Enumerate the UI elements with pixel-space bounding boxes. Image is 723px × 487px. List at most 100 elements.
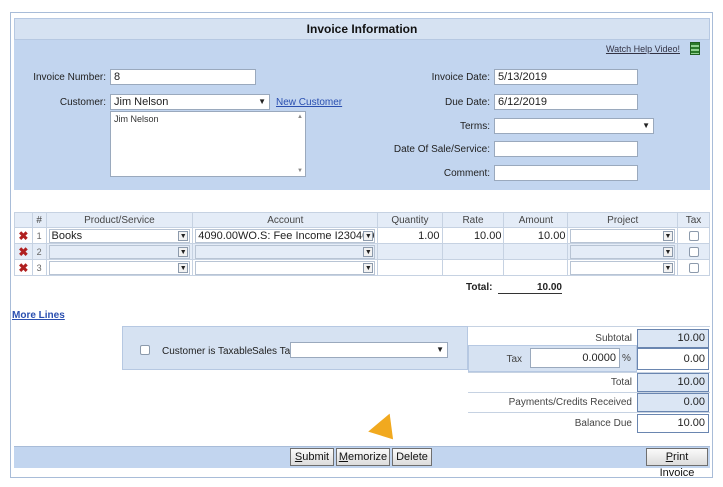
account-cell[interactable]: 4090.00WO.S: Fee Income I230400 ▼: [192, 227, 379, 244]
subtotal-label: Subtotal: [595, 333, 632, 344]
quantity-cell[interactable]: [377, 259, 443, 276]
chevron-down-icon[interactable]: ▼: [363, 230, 374, 241]
customer-value: Jim Nelson: [114, 96, 169, 108]
account-select[interactable]: 4090.00WO.S: Fee Income I230400 ▼: [195, 228, 376, 243]
row-number: 1: [31, 227, 47, 244]
tax-checkbox[interactable]: [688, 262, 699, 273]
chevron-down-icon: ▼: [436, 345, 444, 354]
tax-percent-sign: %: [622, 353, 631, 364]
line-items-table: # Product/Service Account Quantity Rate …: [14, 212, 710, 276]
chevron-down-icon[interactable]: ▼: [663, 262, 674, 273]
new-customer-link[interactable]: New Customer: [276, 97, 342, 108]
account-select[interactable]: ▼: [195, 244, 376, 259]
due-date-input[interactable]: 6/12/2019: [494, 94, 638, 110]
account-cell[interactable]: ▼: [192, 259, 379, 276]
balance-due-value: 10.00: [637, 414, 709, 433]
memorize-accesskey: M: [338, 451, 349, 463]
tax-cell[interactable]: [677, 243, 710, 260]
subtotal-value: 10.00: [637, 329, 709, 348]
film-icon[interactable]: [690, 42, 700, 55]
column-header-quantity: Quantity: [377, 212, 443, 228]
total-label: Total: [610, 377, 632, 388]
chevron-down-icon[interactable]: ▼: [363, 246, 374, 257]
amount-cell[interactable]: [503, 259, 569, 276]
project-cell[interactable]: ▼: [567, 227, 679, 244]
chevron-down-icon[interactable]: ▼: [363, 262, 374, 273]
table-row: ✖ 3 ▼ ▼ ▼: [14, 259, 710, 276]
invoice-number-input[interactable]: 8: [110, 69, 256, 85]
column-header-number: #: [31, 212, 47, 228]
tax-checkbox[interactable]: [688, 230, 699, 241]
project-cell[interactable]: ▼: [567, 259, 679, 276]
table-row: ✖ 2 ▼ ▼ ▼: [14, 243, 710, 260]
memorize-label: emorize: [348, 451, 388, 463]
sales-tax-select[interactable]: ▼: [290, 342, 448, 358]
date-of-sale-input[interactable]: [494, 141, 638, 157]
row-number: 3: [31, 259, 47, 276]
product-cell[interactable]: Books ▼: [45, 227, 194, 244]
product-cell[interactable]: ▼: [45, 243, 194, 260]
rate-cell[interactable]: [441, 259, 505, 276]
print-invoice-button[interactable]: Print Invoice: [646, 448, 708, 479]
address-text: Jim Nelson: [114, 114, 159, 124]
quantity-cell[interactable]: [377, 243, 443, 260]
close-icon[interactable]: ✖: [14, 243, 33, 260]
submit-label: ubmit: [302, 451, 330, 463]
product-select[interactable]: ▼: [48, 260, 191, 275]
tax-rate-input[interactable]: 0.0000: [530, 348, 620, 368]
chevron-down-icon[interactable]: ▼: [663, 230, 674, 241]
invoice-date-input[interactable]: 5/13/2019: [494, 69, 638, 85]
summary-divider: [468, 326, 710, 327]
chevron-down-icon[interactable]: ▼: [663, 246, 674, 257]
grid-total-value: 10.00: [498, 282, 562, 294]
terms-select[interactable]: ▼: [494, 118, 654, 134]
help-video-link[interactable]: Watch Help Video!: [606, 44, 680, 54]
address-textarea[interactable]: Jim Nelson ▲ ▼: [110, 111, 306, 177]
tax-checkbox[interactable]: [688, 246, 699, 257]
rate-cell[interactable]: [441, 243, 505, 260]
customer-taxable-label: Customer is Taxable: [162, 346, 253, 357]
customer-select[interactable]: Jim Nelson ▼: [110, 94, 270, 110]
project-select[interactable]: ▼: [570, 260, 676, 275]
scroll-down-icon[interactable]: ▼: [297, 168, 303, 174]
invoice-date-label: Invoice Date:: [431, 72, 490, 83]
help-video-label[interactable]: Watch Help Video!: [606, 44, 680, 54]
table-header-row: # Product/Service Account Quantity Rate …: [14, 212, 710, 228]
amount-cell[interactable]: 10.00: [503, 227, 569, 244]
grid-total-label: Total:: [466, 282, 493, 293]
submit-button[interactable]: Submit: [290, 448, 334, 466]
chevron-down-icon[interactable]: ▼: [178, 262, 189, 273]
column-header-amount: Amount: [503, 212, 569, 228]
close-icon[interactable]: ✖: [14, 227, 33, 244]
delete-button[interactable]: Delete: [392, 448, 432, 466]
memorize-button[interactable]: Memorize: [336, 448, 390, 466]
column-header-account: Account: [192, 212, 379, 228]
invoice-number-label: Invoice Number:: [33, 72, 106, 83]
product-select[interactable]: Books ▼: [48, 228, 191, 243]
tax-label: Tax: [506, 354, 522, 365]
customer-taxable-checkbox[interactable]: [140, 345, 150, 355]
project-select[interactable]: ▼: [570, 244, 676, 259]
project-cell[interactable]: ▼: [567, 243, 679, 260]
chevron-down-icon[interactable]: ▼: [178, 230, 189, 241]
account-select[interactable]: ▼: [195, 260, 376, 275]
chevron-down-icon[interactable]: ▼: [178, 246, 189, 257]
project-select[interactable]: ▼: [570, 228, 676, 243]
chevron-down-icon: ▼: [258, 97, 266, 106]
quantity-cell[interactable]: 1.00: [377, 227, 443, 244]
amount-cell[interactable]: [503, 243, 569, 260]
product-cell[interactable]: ▼: [45, 259, 194, 276]
tax-cell[interactable]: [677, 259, 710, 276]
product-select[interactable]: ▼: [48, 244, 191, 259]
tax-cell[interactable]: [677, 227, 710, 244]
close-icon[interactable]: ✖: [14, 259, 33, 276]
account-cell[interactable]: ▼: [192, 243, 379, 260]
product-value: Books: [51, 229, 83, 242]
more-lines-link[interactable]: More Lines: [12, 310, 65, 321]
comment-input[interactable]: [494, 165, 638, 181]
row-number: 2: [31, 243, 47, 260]
page-title: Invoice Information: [14, 18, 710, 40]
rate-cell[interactable]: 10.00: [441, 227, 505, 244]
sales-tax-label: Sales Tax: [252, 346, 296, 357]
scroll-up-icon[interactable]: ▲: [297, 114, 303, 120]
